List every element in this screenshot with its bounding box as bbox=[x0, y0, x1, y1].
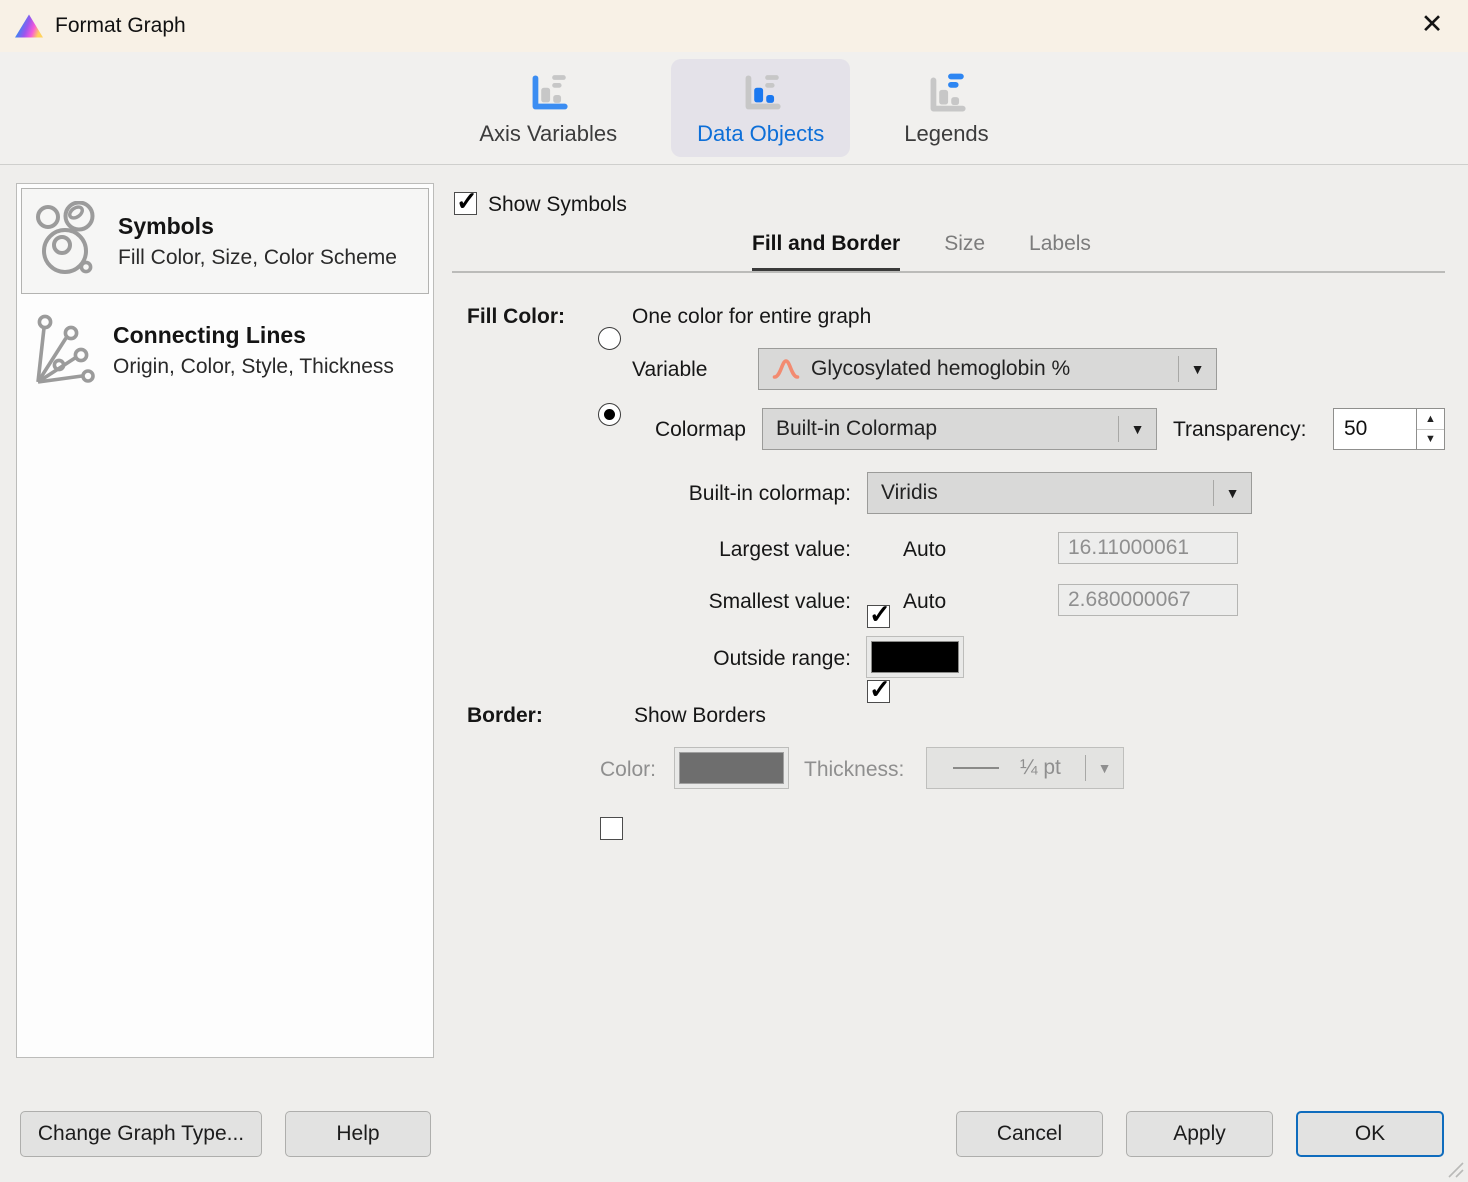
list-item-subtitle: Origin, Color, Style, Thickness bbox=[113, 355, 394, 379]
prism-logo-icon bbox=[14, 13, 44, 39]
border-thickness-label: Thickness: bbox=[804, 757, 904, 783]
border-section-label: Border: bbox=[467, 703, 543, 729]
list-item-subtitle: Fill Color, Size, Color Scheme bbox=[118, 246, 397, 270]
subtab-size[interactable]: Size bbox=[944, 232, 985, 272]
smallest-auto-label: Auto bbox=[903, 589, 946, 615]
fill-color-section-label: Fill Color: bbox=[467, 304, 565, 330]
list-item-text: Symbols Fill Color, Size, Color Scheme bbox=[118, 213, 397, 270]
variable-dropdown-value: Glycosylated hemoglobin % bbox=[811, 357, 1070, 381]
thickness-value: ¼ pt bbox=[1020, 756, 1061, 780]
resize-grip[interactable] bbox=[1446, 1160, 1464, 1178]
largest-value-field[interactable]: 16.11000061 bbox=[1058, 532, 1238, 564]
subtab-divider bbox=[452, 271, 1445, 273]
chevron-down-icon: ▼ bbox=[1086, 760, 1123, 776]
transparency-spinner: 50 ▲ ▼ bbox=[1333, 408, 1445, 450]
symbols-icon bbox=[34, 201, 100, 281]
smallest-value-field[interactable]: 2.680000067 bbox=[1058, 584, 1238, 616]
check-icon: ✓ bbox=[869, 599, 891, 629]
colormap-dropdown[interactable]: Built-in Colormap ▼ bbox=[762, 408, 1157, 450]
title-bar: Format Graph ✕ bbox=[0, 0, 1468, 52]
thickness-dropdown-text: ¼ pt bbox=[927, 756, 1085, 780]
builtin-colormap-value: Viridis bbox=[881, 481, 938, 505]
distribution-curve-icon bbox=[772, 356, 800, 382]
smallest-value-label: Smallest value: bbox=[452, 589, 851, 615]
list-item-title: Connecting Lines bbox=[113, 322, 394, 349]
format-sections-list: Symbols Fill Color, Size, Color Scheme C… bbox=[16, 183, 434, 1058]
transparency-spin-buttons: ▲ ▼ bbox=[1417, 408, 1445, 450]
list-item-title: Symbols bbox=[118, 213, 397, 240]
outside-range-color-fill bbox=[871, 641, 959, 673]
show-symbols-checkbox[interactable]: ✓ bbox=[454, 192, 477, 215]
border-thickness-dropdown[interactable]: ¼ pt ▼ bbox=[926, 747, 1124, 789]
smallest-auto-checkbox[interactable]: ✓ bbox=[867, 680, 890, 703]
largest-auto-label: Auto bbox=[903, 537, 946, 563]
largest-value-label: Largest value: bbox=[452, 537, 851, 563]
help-button[interactable]: Help bbox=[285, 1111, 431, 1157]
connecting-lines-icon bbox=[29, 310, 95, 390]
border-color-swatch[interactable] bbox=[674, 747, 789, 789]
check-icon: ✓ bbox=[869, 674, 891, 704]
data-objects-chart-icon bbox=[738, 71, 784, 117]
subtab-labels[interactable]: Labels bbox=[1029, 232, 1091, 272]
format-graph-dialog: { "window": { "title": "Format Graph" },… bbox=[0, 0, 1468, 1182]
nav-tab-strip: Axis Variables Data Objects Legends bbox=[0, 52, 1468, 165]
list-item-connecting-lines[interactable]: Connecting Lines Origin, Color, Style, T… bbox=[17, 298, 433, 402]
border-color-fill bbox=[679, 752, 784, 784]
outside-range-label: Outside range: bbox=[452, 646, 851, 672]
one-color-radio[interactable] bbox=[598, 327, 621, 350]
subtab-fill-and-border[interactable]: Fill and Border bbox=[752, 232, 900, 272]
tab-axis-variables[interactable]: Axis Variables bbox=[453, 59, 643, 157]
change-graph-type-button[interactable]: Change Graph Type... bbox=[20, 1111, 262, 1157]
colormap-dropdown-value: Built-in Colormap bbox=[776, 417, 937, 441]
chevron-down-icon: ▼ bbox=[1119, 421, 1156, 437]
variable-radio-label: Variable bbox=[632, 357, 708, 383]
tab-label: Legends bbox=[904, 121, 988, 147]
axis-variables-chart-icon bbox=[525, 71, 571, 117]
transparency-input[interactable]: 50 bbox=[1333, 408, 1417, 450]
builtin-colormap-label: Built-in colormap: bbox=[452, 481, 851, 507]
tab-data-objects[interactable]: Data Objects bbox=[671, 59, 850, 157]
transparency-label: Transparency: bbox=[1173, 417, 1306, 443]
chevron-down-icon: ▼ bbox=[1214, 485, 1251, 501]
one-color-label: One color for entire graph bbox=[632, 304, 871, 330]
builtin-colormap-dropdown[interactable]: Viridis ▼ bbox=[867, 472, 1252, 514]
border-color-label: Color: bbox=[452, 757, 656, 783]
list-item-text: Connecting Lines Origin, Color, Style, T… bbox=[113, 322, 394, 379]
close-icon[interactable]: ✕ bbox=[1414, 6, 1450, 42]
cancel-button[interactable]: Cancel bbox=[956, 1111, 1103, 1157]
tab-label: Axis Variables bbox=[479, 121, 617, 147]
colormap-label: Colormap bbox=[452, 417, 746, 443]
show-symbols-label: Show Symbols bbox=[488, 192, 627, 218]
window-title: Format Graph bbox=[55, 14, 186, 38]
variable-dropdown[interactable]: Glycosylated hemoglobin % ▼ bbox=[758, 348, 1217, 390]
tab-label: Data Objects bbox=[697, 121, 824, 147]
chevron-down-icon: ▼ bbox=[1179, 361, 1216, 377]
symbol-subtabs: Fill and Border Size Labels bbox=[752, 232, 1091, 272]
spinner-down-icon[interactable]: ▼ bbox=[1417, 430, 1444, 450]
show-borders-checkbox[interactable] bbox=[600, 817, 623, 840]
largest-auto-checkbox[interactable]: ✓ bbox=[867, 605, 890, 628]
apply-button[interactable]: Apply bbox=[1126, 1111, 1273, 1157]
list-item-symbols[interactable]: Symbols Fill Color, Size, Color Scheme bbox=[21, 188, 429, 294]
show-borders-label: Show Borders bbox=[634, 703, 766, 729]
variable-dropdown-text: Glycosylated hemoglobin % bbox=[759, 356, 1178, 382]
spinner-up-icon[interactable]: ▲ bbox=[1417, 409, 1444, 430]
tab-legends[interactable]: Legends bbox=[878, 59, 1014, 157]
outside-range-color-swatch[interactable] bbox=[866, 636, 964, 678]
legends-chart-icon bbox=[923, 71, 969, 117]
check-icon: ✓ bbox=[456, 186, 478, 216]
line-sample-icon bbox=[953, 767, 999, 769]
ok-button[interactable]: OK bbox=[1296, 1111, 1444, 1157]
